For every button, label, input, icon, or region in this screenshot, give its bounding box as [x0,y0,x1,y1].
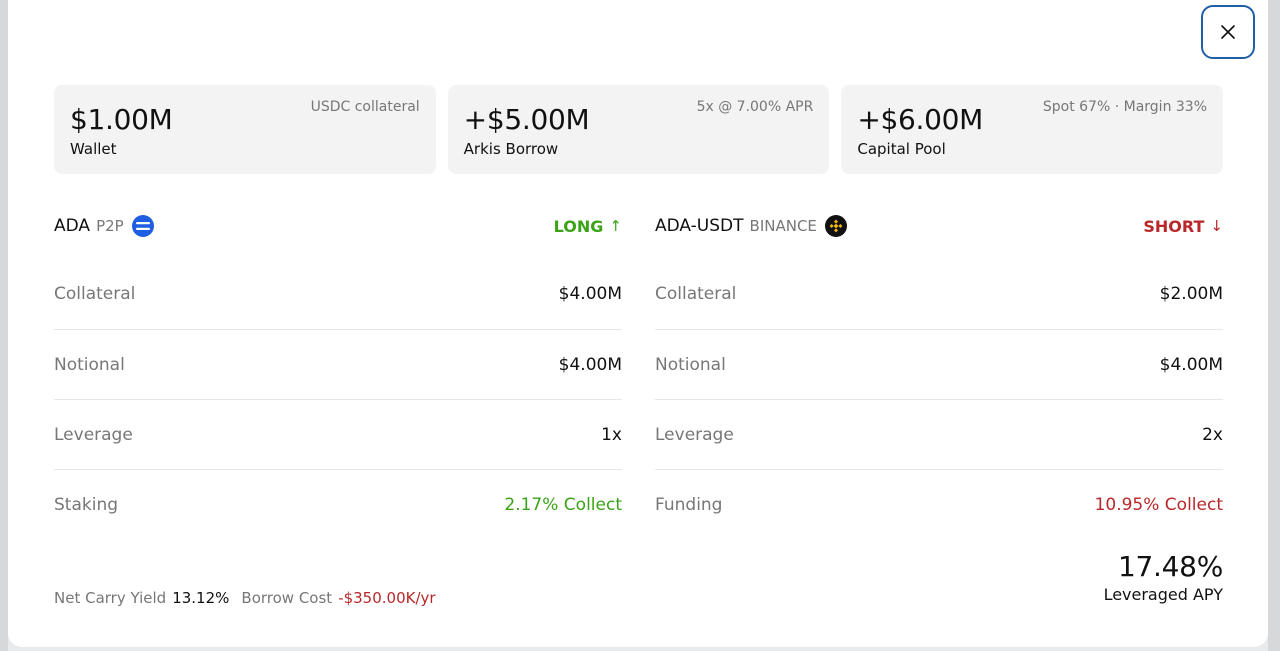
row-label: Collateral [655,283,737,304]
borrow-card: +$5.00M Arkis Borrow 5x @ 7.00% APR [447,85,830,174]
row-value: $2.00M [1159,283,1223,304]
detail-row-collateral: Collateral $4.00M [54,258,622,330]
row-label: Leverage [655,424,734,445]
leg-title: ADA P2P [54,215,154,237]
borrow-amount: +$5.00M [463,103,590,136]
p2p-icon [131,215,154,237]
leg-asset: ADA-USDT [655,216,744,236]
detail-row-leverage: Leverage 2x [655,400,1223,470]
wallet-card: $1.00M Wallet USDC collateral [54,85,436,174]
short-leg: ADA-USDT BINANCE SHORT ↓ Collateral $2.0… [655,205,1223,540]
capital-pool-amount: +$6.00M [857,103,984,136]
wallet-label: Wallet [70,140,117,158]
row-value: $4.00M [558,354,622,375]
leg-title: ADA-USDT BINANCE [655,215,847,237]
apy-label: Leveraged APY [1103,585,1223,604]
detail-row-funding: Funding 10.95% Collect [655,470,1223,540]
row-value: $4.00M [558,283,622,304]
leg-venue: BINANCE [749,217,817,235]
long-leg: ADA P2P LONG ↑ Collateral $4.00M Notiona… [54,205,622,540]
arrow-down-icon: ↓ [1210,217,1223,235]
row-value: 1x [601,424,622,445]
net-carry-label: Net Carry Yield [54,589,167,607]
backdrop [1268,0,1280,651]
borrow-cost-value: -$350.00K/yr [338,589,436,607]
capital-pool-label: Capital Pool [857,140,946,158]
detail-row-notional: Notional $4.00M [655,330,1223,400]
row-label: Funding [655,495,723,515]
row-label: Notional [54,354,125,375]
detail-row-notional: Notional $4.00M [54,330,622,400]
net-carry-value: 13.12% [172,589,230,607]
close-button[interactable] [1201,5,1255,59]
detail-row-collateral: Collateral $2.00M [655,258,1223,330]
direction-badge-short: SHORT ↓ [1143,217,1223,236]
trade-summary-modal: $1.00M Wallet USDC collateral +$5.00M Ar… [8,0,1268,647]
row-label: Staking [54,495,119,515]
detail-row-staking: Staking 2.17% Collect [54,470,622,540]
close-icon [1221,25,1235,39]
borrow-label: Arkis Borrow [463,140,559,158]
borrow-note: 5x @ 7.00% APR [696,99,814,115]
wallet-amount: $1.00M [70,103,173,136]
row-value: $4.00M [1159,354,1223,375]
capital-summary: $1.00M Wallet USDC collateral +$5.00M Ar… [54,85,1224,174]
leg-venue: P2P [96,217,124,235]
direction-label: SHORT [1143,216,1205,236]
backdrop [0,0,8,651]
capital-pool-card: +$6.00M Capital Pool Spot 67% · Margin 3… [841,85,1224,174]
leg-header: ADA P2P LONG ↑ [54,205,622,247]
leg-details: Collateral $4.00M Notional $4.00M Levera… [54,258,622,540]
binance-icon [824,215,847,237]
detail-row-leverage: Leverage 1x [54,400,622,470]
capital-pool-note: Spot 67% · Margin 33% [1042,99,1208,115]
row-label: Leverage [54,424,133,445]
arrow-up-icon: ↑ [609,217,622,235]
leg-header: ADA-USDT BINANCE SHORT ↓ [655,205,1223,247]
row-value: 2x [1202,424,1223,445]
apy-value: 17.48% [1118,550,1223,583]
borrow-cost-label: Borrow Cost [241,589,333,607]
row-value: 2.17% Collect [504,495,622,515]
row-label: Collateral [54,283,136,304]
wallet-note: USDC collateral [310,99,420,115]
direction-badge-long: LONG ↑ [554,217,622,236]
yield-summary: Net Carry Yield 13.12% Borrow Cost -$350… [54,589,442,607]
leg-details: Collateral $2.00M Notional $4.00M Levera… [655,258,1223,540]
direction-label: LONG [553,216,604,236]
leveraged-apy: 17.48% Leveraged APY [1103,550,1224,604]
row-value: 10.95% Collect [1094,495,1223,515]
row-label: Notional [655,354,726,375]
leg-asset: ADA [54,216,91,236]
